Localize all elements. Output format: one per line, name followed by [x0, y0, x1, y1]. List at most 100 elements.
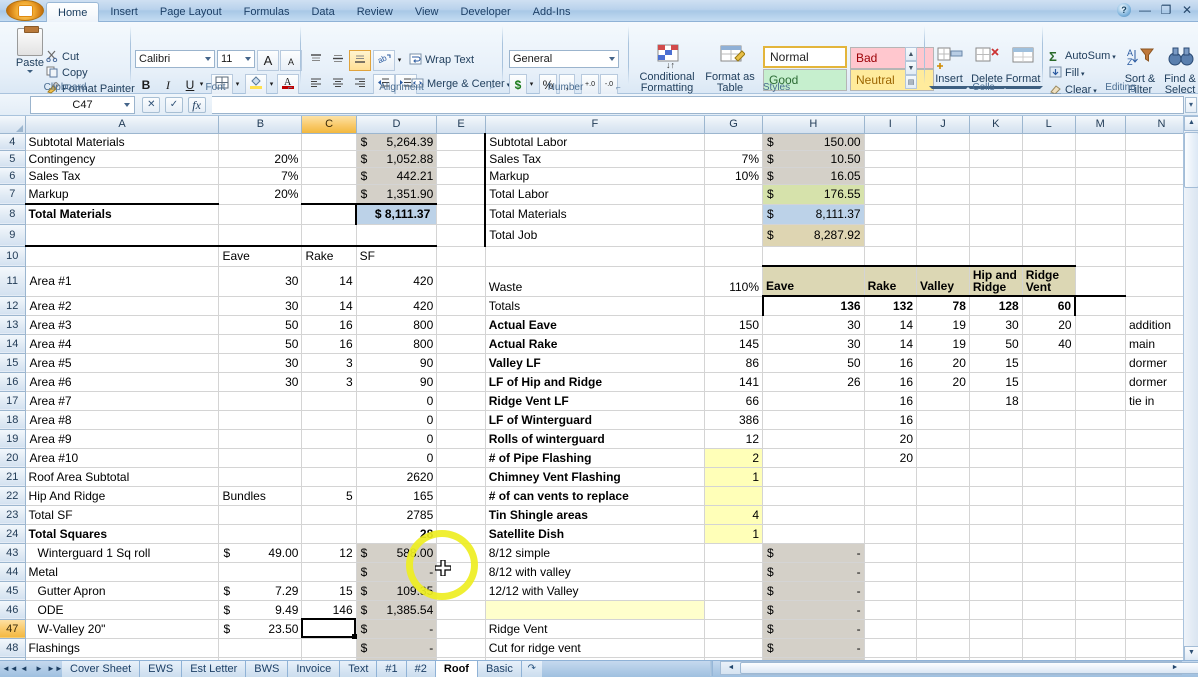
cell-J6[interactable] — [917, 167, 970, 184]
cell-A14[interactable]: Area #4 — [25, 334, 219, 353]
cell-F23[interactable]: Tin Shingle areas — [485, 505, 704, 524]
cell-I6[interactable] — [864, 167, 916, 184]
cell-B47[interactable]: $23.50 — [219, 619, 302, 638]
row-header-44[interactable]: 44 — [0, 562, 25, 581]
ribbon-tab-formulas[interactable]: Formulas — [233, 2, 301, 22]
cell-I24[interactable] — [864, 524, 916, 543]
cell-L44[interactable] — [1022, 562, 1075, 581]
cell-C17[interactable] — [302, 391, 356, 410]
copy-button[interactable]: Copy — [46, 66, 88, 79]
cell-E21[interactable] — [437, 467, 485, 486]
cell-I10[interactable] — [864, 246, 916, 266]
cell-K43[interactable] — [969, 543, 1022, 562]
scroll-right-icon[interactable]: ► — [1168, 661, 1182, 675]
cell-M10[interactable] — [1075, 246, 1125, 266]
cell-M6[interactable] — [1075, 167, 1125, 184]
formula-input[interactable] — [212, 96, 1184, 114]
cell-M18[interactable] — [1075, 410, 1125, 429]
cell-A4[interactable]: Subtotal Materials — [25, 133, 219, 150]
cell-I18[interactable]: 16 — [864, 410, 916, 429]
cut-button[interactable]: Cut — [46, 50, 79, 63]
cell-M48[interactable] — [1075, 638, 1125, 657]
cell-H13[interactable]: 30 — [763, 315, 865, 334]
cell-J22[interactable] — [917, 486, 970, 505]
cell-C4[interactable] — [302, 133, 356, 150]
cell-B45[interactable]: $7.29 — [219, 581, 302, 600]
cell-E44[interactable] — [437, 562, 485, 581]
cell-I12[interactable]: 132 — [864, 296, 916, 315]
cell-E15[interactable] — [437, 353, 485, 372]
cell-E23[interactable] — [437, 505, 485, 524]
cell-G7[interactable] — [705, 184, 763, 204]
cell-H46[interactable]: $- — [763, 600, 865, 619]
cell-B7[interactable]: 20% — [219, 184, 302, 204]
cell-G23[interactable]: 4 — [705, 505, 763, 524]
cell-L16[interactable] — [1022, 372, 1075, 391]
cell-I5[interactable] — [864, 150, 916, 167]
cell-D22[interactable]: 165 — [356, 486, 437, 505]
cell-A18[interactable]: Area #8 — [25, 410, 219, 429]
cell-J23[interactable] — [917, 505, 970, 524]
cell-M15[interactable] — [1075, 353, 1125, 372]
cell-H45[interactable]: $- — [763, 581, 865, 600]
cell-A12[interactable]: Area #2 — [25, 296, 219, 315]
cell-H20[interactable] — [763, 448, 865, 467]
cell-K8[interactable] — [969, 204, 1022, 224]
cell-J14[interactable]: 19 — [917, 334, 970, 353]
cell-G8[interactable] — [705, 204, 763, 224]
cell-H24[interactable] — [763, 524, 865, 543]
cell-K48[interactable] — [969, 638, 1022, 657]
orientation-dropdown-icon[interactable]: ▾ — [395, 50, 404, 71]
cell-M22[interactable] — [1075, 486, 1125, 505]
row-header-20[interactable]: 20 — [0, 448, 25, 467]
cell-F8[interactable]: Total Materials — [485, 204, 704, 224]
cell-B17[interactable] — [219, 391, 302, 410]
cell-J13[interactable]: 19 — [917, 315, 970, 334]
cell-H8[interactable]: $8,111.37 — [763, 204, 865, 224]
cell-B12[interactable]: 30 — [219, 296, 302, 315]
cell-B4[interactable] — [219, 133, 302, 150]
row-header-11[interactable]: 11 — [0, 266, 25, 296]
cell-I16[interactable]: 16 — [864, 372, 916, 391]
cell-A9[interactable] — [25, 224, 219, 246]
cell-F44[interactable]: 8/12 with valley — [485, 562, 704, 581]
cell-B20[interactable] — [219, 448, 302, 467]
cell-J18[interactable] — [917, 410, 970, 429]
prev-sheet-icon[interactable]: ◄ — [17, 662, 31, 676]
cell-J44[interactable] — [917, 562, 970, 581]
cell-K9[interactable] — [969, 224, 1022, 246]
cell-K13[interactable]: 30 — [969, 315, 1022, 334]
cell-L24[interactable] — [1022, 524, 1075, 543]
row-header-46[interactable]: 46 — [0, 600, 25, 619]
cell-C13[interactable]: 16 — [302, 315, 356, 334]
cell-C24[interactable] — [302, 524, 356, 543]
cell-G22[interactable] — [705, 486, 763, 505]
horizontal-scrollbar[interactable]: ◄ ► — [300, 660, 1182, 677]
cell-B5[interactable]: 20% — [219, 150, 302, 167]
cell-L47[interactable] — [1022, 619, 1075, 638]
cell-E45[interactable] — [437, 581, 485, 600]
cell-I17[interactable]: 16 — [864, 391, 916, 410]
cell-F13[interactable]: Actual Eave — [485, 315, 704, 334]
column-header-k[interactable]: K — [969, 116, 1022, 133]
number-dialog-launcher[interactable]: ⌐ — [616, 83, 625, 92]
cell-J48[interactable] — [917, 638, 970, 657]
cell-B24[interactable] — [219, 524, 302, 543]
cell-M4[interactable] — [1075, 133, 1125, 150]
cell-I14[interactable]: 14 — [864, 334, 916, 353]
cell-B9[interactable] — [219, 224, 302, 246]
ribbon-tab-addins[interactable]: Add-Ins — [522, 2, 582, 22]
font-family-select[interactable]: Calibri — [135, 50, 215, 68]
cell-C20[interactable] — [302, 448, 356, 467]
cell-L8[interactable] — [1022, 204, 1075, 224]
cell-A23[interactable]: Total SF — [25, 505, 219, 524]
vertical-scrollbar[interactable]: ▲ ▼ — [1183, 116, 1198, 661]
clipboard-dialog-launcher[interactable]: ⌐ — [118, 83, 127, 92]
row-header-18[interactable]: 18 — [0, 410, 25, 429]
cell-I45[interactable] — [864, 581, 916, 600]
cell-M20[interactable] — [1075, 448, 1125, 467]
cell-L4[interactable] — [1022, 133, 1075, 150]
cell-G4[interactable] — [705, 133, 763, 150]
cell-E20[interactable] — [437, 448, 485, 467]
cell-K45[interactable] — [969, 581, 1022, 600]
